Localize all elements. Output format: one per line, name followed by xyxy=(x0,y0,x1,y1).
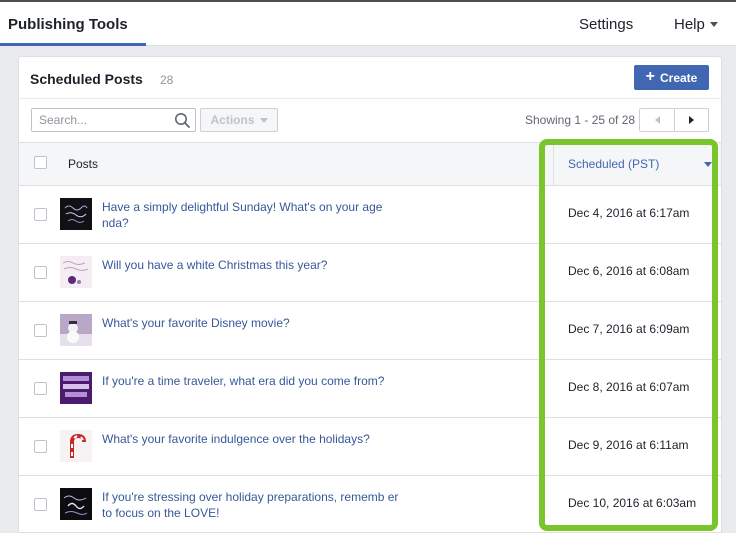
table-header: Posts Scheduled (PST) xyxy=(19,142,721,186)
actions-label: Actions xyxy=(210,113,255,127)
post-link[interactable]: If you're a time traveler, what era did … xyxy=(102,373,402,389)
post-thumbnail[interactable] xyxy=(60,372,92,404)
previous-page-button[interactable] xyxy=(640,109,674,131)
scheduled-date: Dec 9, 2016 at 6:11am xyxy=(568,438,689,452)
table-row[interactable]: What's your favorite Disney movie? Dec 7… xyxy=(19,302,721,360)
scheduled-column-header[interactable]: Scheduled (PST) xyxy=(553,143,721,185)
help-label: Help xyxy=(674,16,705,33)
post-link[interactable]: Will you have a white Christmas this yea… xyxy=(102,257,402,273)
plus-icon: + xyxy=(645,68,655,85)
post-thumbnail[interactable] xyxy=(60,314,92,346)
pagination-status: Showing 1 - 25 of 28 xyxy=(525,113,636,127)
chevron-down-icon xyxy=(709,22,718,27)
table-row[interactable]: What's your favorite indulgence over the… xyxy=(19,418,721,476)
scheduled-date: Dec 8, 2016 at 6:07am xyxy=(568,380,690,394)
active-tab-indicator xyxy=(0,43,146,46)
post-thumbnail[interactable] xyxy=(60,488,92,520)
row-checkbox[interactable] xyxy=(34,440,47,453)
select-all-checkbox[interactable] xyxy=(34,156,47,169)
help-menu[interactable]: Help xyxy=(674,16,718,33)
next-page-button[interactable] xyxy=(674,109,708,131)
sort-descending-icon xyxy=(704,162,712,167)
row-checkbox[interactable] xyxy=(34,266,47,279)
settings-link[interactable]: Settings xyxy=(579,16,633,33)
post-thumbnail[interactable] xyxy=(60,198,92,230)
create-button[interactable]: + Create xyxy=(634,65,709,90)
top-nav-bar: Publishing Tools Settings Help xyxy=(0,0,736,46)
post-thumbnail[interactable] xyxy=(60,256,92,288)
scheduled-date: Dec 4, 2016 at 6:17am xyxy=(568,206,690,220)
table-row[interactable]: Will you have a white Christmas this yea… xyxy=(19,244,721,302)
table-row[interactable]: Have a simply delightful Sunday! What's … xyxy=(19,186,721,244)
row-checkbox[interactable] xyxy=(34,498,47,511)
panel-header: Scheduled Posts 28 + Create xyxy=(19,57,721,99)
row-checkbox[interactable] xyxy=(34,382,47,395)
table-row[interactable]: If you're a time traveler, what era did … xyxy=(19,360,721,418)
row-checkbox[interactable] xyxy=(34,324,47,337)
actions-dropdown[interactable]: Actions xyxy=(200,108,278,132)
scheduled-date: Dec 10, 2016 at 6:03am xyxy=(568,496,697,510)
post-link[interactable]: Have a simply delightful Sunday! What's … xyxy=(102,199,402,231)
create-label: Create xyxy=(659,70,698,85)
post-count: 28 xyxy=(160,73,174,87)
panel-title: Scheduled Posts xyxy=(30,71,143,87)
publishing-tools-tab[interactable]: Publishing Tools xyxy=(8,16,128,33)
row-checkbox[interactable] xyxy=(34,208,47,221)
chevron-right-icon xyxy=(689,116,694,124)
scheduled-date: Dec 7, 2016 at 6:09am xyxy=(568,322,690,336)
post-link[interactable]: If you're stressing over holiday prepara… xyxy=(102,489,402,521)
search-box xyxy=(31,108,196,132)
pagination-controls xyxy=(639,108,709,132)
post-thumbnail[interactable] xyxy=(60,430,92,462)
chevron-left-icon xyxy=(654,116,660,124)
chevron-down-icon xyxy=(259,117,268,123)
post-link[interactable]: What's your favorite Disney movie? xyxy=(102,315,402,331)
scheduled-column-label: Scheduled (PST) xyxy=(568,157,660,171)
scheduled-posts-panel: Scheduled Posts 28 + Create Actions Show… xyxy=(18,56,722,533)
scheduled-date: Dec 6, 2016 at 6:08am xyxy=(568,264,690,278)
post-link[interactable]: What's your favorite indulgence over the… xyxy=(102,431,402,447)
search-icon[interactable] xyxy=(174,112,191,129)
posts-column-header: Posts xyxy=(68,157,99,171)
search-input[interactable] xyxy=(32,109,168,131)
table-row[interactable]: If you're stressing over holiday prepara… xyxy=(19,476,721,532)
